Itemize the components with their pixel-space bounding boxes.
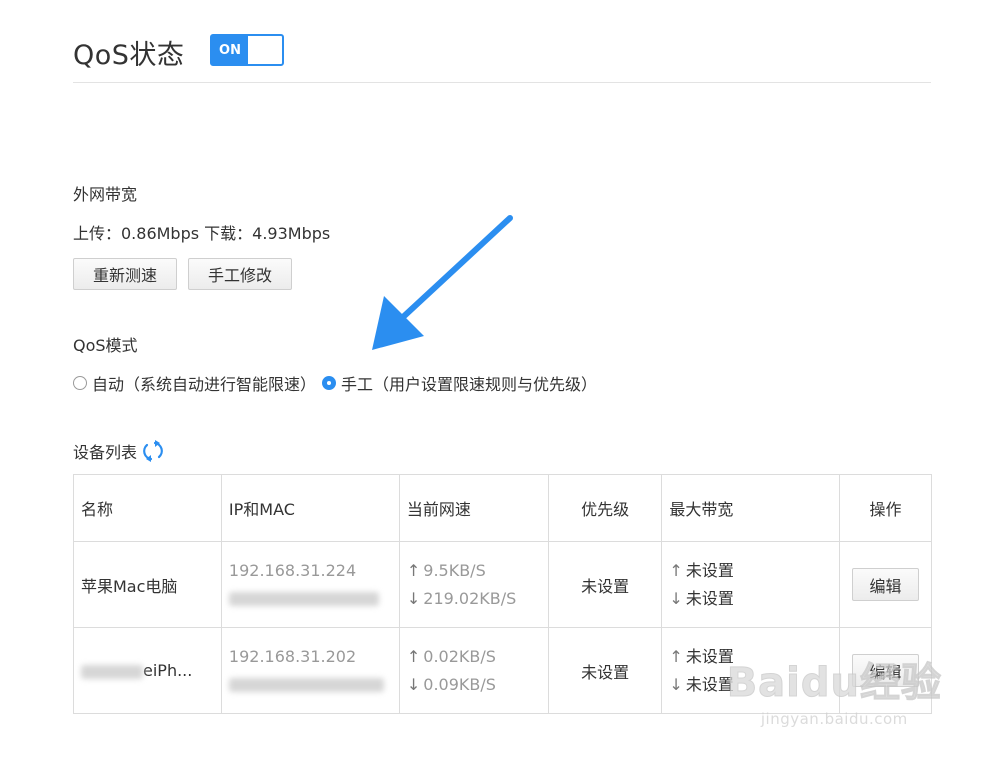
table-row: 苹果Mac电脑 192.168.31.224 ↑ 9.5KB/S ↓ 219.02K… (73, 541, 932, 628)
device-max-bandwidth: ↑ 未设置 ↓ 未设置 (661, 627, 840, 714)
device-table: 名称 IP和MAC 当前网速 优先级 最大带宽 操作 苹果Mac电脑 192.1… (73, 474, 932, 714)
column-header-action: 操作 (839, 474, 932, 542)
column-header-current-speed: 当前网速 (398, 474, 549, 542)
device-list-title: 设备列表 (73, 443, 138, 462)
arrow-up-icon: ↑ (406, 560, 421, 580)
edit-button[interactable]: 编辑 (852, 654, 919, 687)
download-speed: ↓ 0.09KB/S (406, 674, 496, 694)
radio-manual-label: 手工（用户设置限速规则与优先级） (341, 375, 598, 394)
radio-manual[interactable] (322, 376, 337, 390)
arrow-up-icon: ↑ (669, 646, 683, 666)
max-download: ↓ 未设置 (669, 588, 734, 608)
qos-status-toggle[interactable]: ON (210, 34, 284, 66)
arrow-down-icon: ↓ (406, 588, 421, 608)
max-upload: ↑ 未设置 (669, 560, 734, 580)
refresh-icon[interactable] (142, 440, 164, 462)
qos-mode-manual-option[interactable]: 手工（用户设置限速规则与优先级） (322, 371, 597, 395)
device-speed: ↑ 0.02KB/S ↓ 0.09KB/S (398, 627, 549, 714)
arrow-down-icon: ↓ (669, 674, 683, 694)
download-speed: ↓ 219.02KB/S (406, 588, 517, 608)
device-ip: 192.168.31.224 (228, 560, 357, 580)
table-row: eiPh... 192.168.31.202 ↑ 0.02KB/S ↓ 0.09KB… (73, 627, 932, 714)
table-header-row: 名称 IP和MAC 当前网速 优先级 最大带宽 操作 (73, 474, 932, 542)
device-mac-redacted (228, 585, 392, 613)
qos-mode-auto-option[interactable]: 自动（系统自动进行智能限速） (73, 371, 316, 395)
device-name-cell: eiPh... (73, 627, 222, 714)
max-upload: ↑ 未设置 (669, 646, 734, 666)
bandwidth-section-title: 外网带宽 (73, 185, 138, 204)
arrow-up-icon: ↑ (406, 646, 421, 666)
annotation-arrow (372, 215, 513, 350)
device-speed: ↑ 9.5KB/S ↓ 219.02KB/S (398, 541, 549, 628)
manual-edit-button[interactable]: 手工修改 (188, 258, 292, 290)
device-list-header: 设备列表 (73, 439, 164, 463)
device-max-bandwidth: ↑ 未设置 ↓ 未设置 (661, 541, 840, 628)
column-header-priority: 优先级 (547, 474, 663, 542)
upload-speed: ↑ 0.02KB/S (406, 646, 496, 666)
qos-mode-options: 自动（系统自动进行智能限速） 手工（用户设置限速规则与优先级） (73, 371, 597, 395)
arrow-down-icon: ↓ (669, 588, 683, 608)
arrow-up-icon: ↑ (669, 560, 683, 580)
device-name: 苹果Mac电脑 (73, 541, 222, 628)
arrow-down-icon: ↓ (406, 674, 421, 694)
device-ip-mac: 192.168.31.224 (220, 541, 400, 628)
device-name-redacted (81, 664, 143, 679)
toggle-on-label: ON (212, 36, 248, 64)
column-header-name: 名称 (73, 474, 222, 542)
device-ip-mac: 192.168.31.202 (220, 627, 400, 714)
device-action-cell: 编辑 (839, 541, 932, 628)
header-divider (73, 82, 931, 83)
page-title: QoS状态 (73, 40, 185, 71)
device-ip: 192.168.31.202 (228, 646, 357, 666)
qos-mode-title: QoS模式 (73, 336, 138, 355)
column-header-max-bandwidth: 最大带宽 (661, 474, 840, 542)
upload-speed: ↑ 9.5KB/S (406, 560, 486, 580)
edit-button[interactable]: 编辑 (852, 568, 919, 601)
device-priority: 未设置 (547, 627, 663, 714)
max-download: ↓ 未设置 (669, 674, 734, 694)
retest-speed-button[interactable]: 重新测速 (73, 258, 177, 290)
device-mac-redacted (228, 671, 392, 699)
column-header-ip-mac: IP和MAC (220, 474, 400, 542)
radio-auto[interactable] (73, 376, 87, 390)
device-action-cell: 编辑 (839, 627, 932, 714)
device-name: eiPh... (143, 661, 193, 680)
arrow-shaft (399, 215, 513, 321)
radio-auto-label: 自动（系统自动进行智能限速） (92, 375, 317, 394)
device-priority: 未设置 (547, 541, 663, 628)
bandwidth-summary: 上传：0.86Mbps 下载：4.93Mbps (73, 224, 331, 243)
